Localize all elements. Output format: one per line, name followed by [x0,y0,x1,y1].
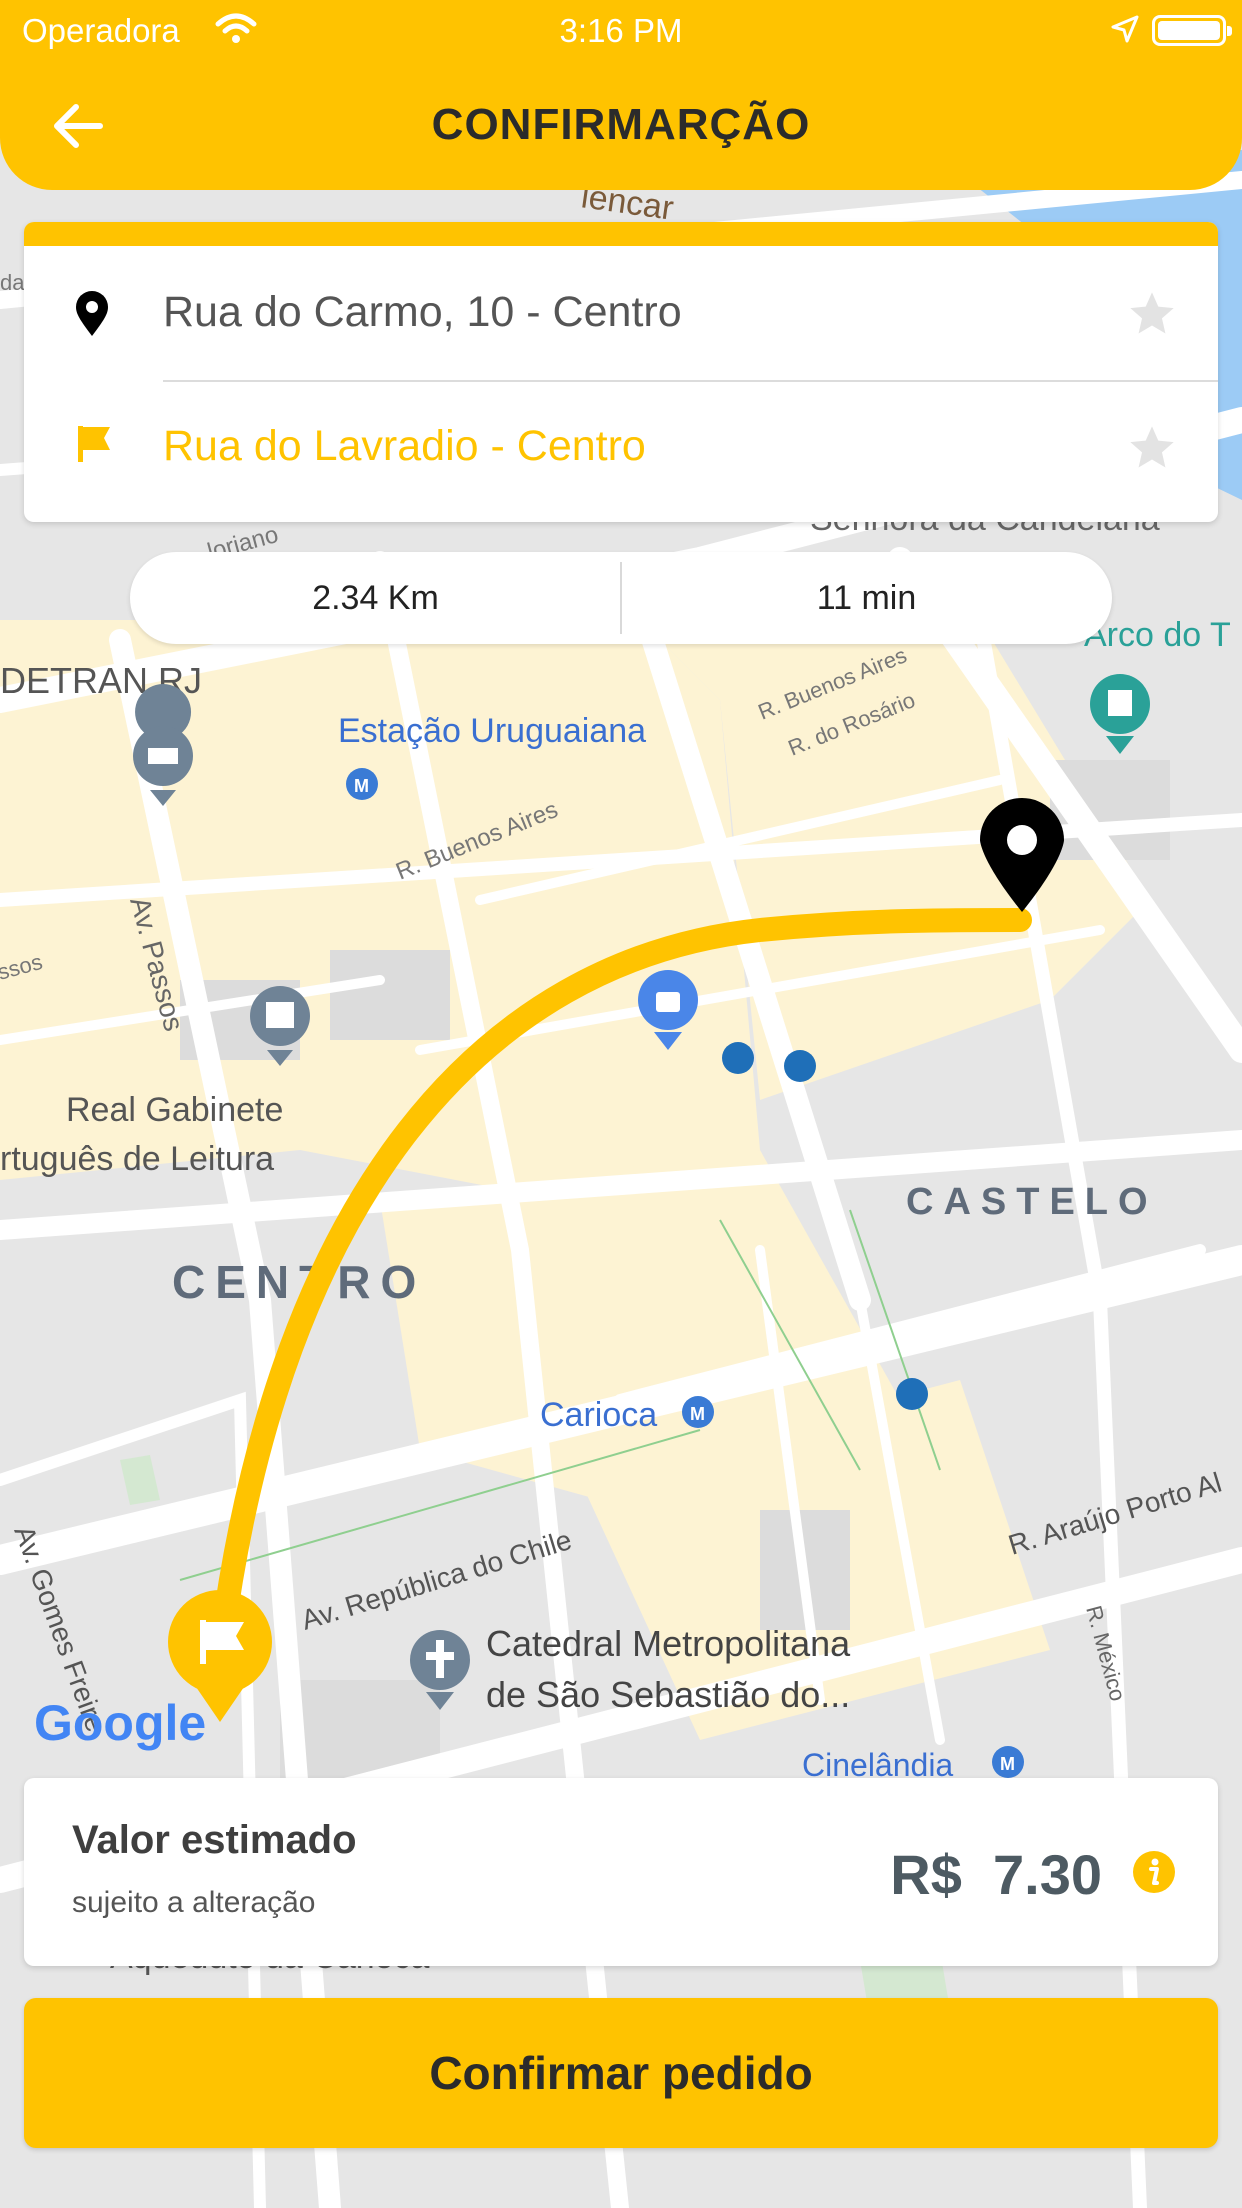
route-summary-pill: 2.34 Km 11 min [130,552,1112,644]
card-accent-bar [24,222,1218,246]
address-divider [163,380,1218,382]
svg-text:M: M [690,1404,705,1424]
svg-text:M: M [354,776,369,796]
top-bar: Operadora 3:16 PM CONFIRMARÇÃO [0,0,1242,190]
svg-text:M: M [1000,1754,1015,1774]
location-pin-icon [76,291,108,336]
distance-value: 2.34 Km [312,579,439,617]
route-address-card: Rua do Carmo, 10 - Centro Rua do Lavradi… [24,222,1218,522]
map-label-uruguaiana: Estação Uruguaiana [338,712,646,750]
metro-icon[interactable]: M [992,1746,1024,1778]
duration-value: 11 min [816,579,917,617]
page-title: CONFIRMARÇÃO [431,100,811,149]
map-label-catedral-1: Catedral Metropolitana [486,1623,851,1664]
price-card: Valor estimado sujeito a alteração R$ 7.… [24,1778,1218,1966]
status-time: 3:16 PM [559,12,683,49]
battery-icon [1152,15,1232,46]
map-label-dda: da [0,270,25,295]
map-label-castelo: CASTELO [906,1181,1158,1223]
confirm-order-button[interactable]: Confirmar pedido [24,1998,1218,2148]
google-logo: Google [34,1695,206,1751]
origin-row[interactable]: Rua do Carmo, 10 - Centro [24,250,1218,380]
metro-icon[interactable]: M [682,1396,714,1428]
favorite-origin-star-icon[interactable] [1126,288,1178,340]
favorite-destination-star-icon[interactable] [1126,422,1178,474]
price-value: R$ 7.30 [890,1843,1102,1906]
flag-icon [78,426,110,462]
map-label-gabinete-2: rtuguês de Leitura [0,1140,274,1178]
location-arrow-icon [1111,15,1139,43]
origin-address: Rua do Carmo, 10 - Centro [163,288,682,336]
status-bar: Operadora 3:16 PM [0,0,1242,62]
map-label-gabinete-1: Real Gabinete [66,1091,283,1129]
price-sublabel: sujeito a alteração [72,1886,316,1919]
info-icon[interactable] [1132,1850,1176,1894]
map-label-carioca: Carioca [540,1396,657,1434]
price-label: Valor estimado [72,1818,357,1862]
destination-address: Rua do Lavradio - Centro [163,422,646,470]
metro-icon[interactable]: M [346,768,378,800]
destination-row[interactable]: Rua do Lavradio - Centro [24,384,1218,514]
map-label-catedral-2: de São Sebastião do... [486,1674,850,1715]
